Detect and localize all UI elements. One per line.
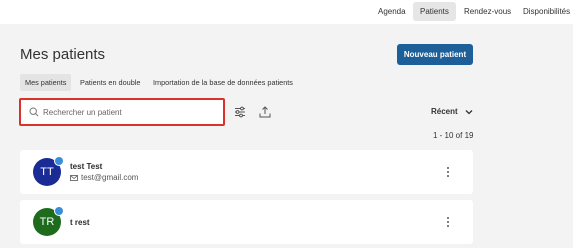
avatar-initials: TR xyxy=(39,216,55,228)
pagination-info: 1 - 10 of 19 xyxy=(433,131,474,140)
tab-patients-en-double[interactable]: Patients en double xyxy=(75,74,145,91)
mail-icon xyxy=(70,174,78,181)
patient-card[interactable]: TR t rest xyxy=(20,200,473,244)
nav-agenda[interactable]: Agenda xyxy=(371,2,413,21)
nav-rendez-vous[interactable]: Rendez-vous xyxy=(457,2,518,21)
chevron-down-icon xyxy=(465,109,473,114)
patient-card[interactable]: TT test Test test@gmail.com xyxy=(20,150,473,194)
search-input[interactable] xyxy=(43,104,218,120)
patient-email-text: test@gmail.com xyxy=(81,173,139,182)
patient-name: test Test xyxy=(70,162,103,171)
nav-patients[interactable]: Patients xyxy=(413,2,456,21)
nav-disponibilites[interactable]: Disponibilités xyxy=(516,2,573,21)
verified-badge-icon xyxy=(54,206,64,216)
sliders-icon[interactable] xyxy=(234,106,246,118)
search-icon xyxy=(29,107,39,117)
more-options-icon[interactable] xyxy=(445,166,451,178)
tab-mes-patients[interactable]: Mes patients xyxy=(20,74,72,91)
avatar-initials: TT xyxy=(40,166,54,178)
sort-label: Récent xyxy=(431,107,458,116)
verified-badge-icon xyxy=(54,156,64,166)
more-options-icon[interactable] xyxy=(445,216,451,228)
patient-email: test@gmail.com xyxy=(70,173,138,182)
patient-name: t rest xyxy=(70,218,90,227)
upload-icon[interactable] xyxy=(259,106,271,118)
sort-dropdown[interactable]: Récent xyxy=(431,107,473,116)
top-navigation: Agenda Patients Rendez-vous Disponibilit… xyxy=(0,0,573,24)
avatar: TT xyxy=(33,156,64,186)
search-field[interactable] xyxy=(19,98,225,126)
new-patient-button[interactable]: Nouveau patient xyxy=(397,44,473,65)
avatar: TR xyxy=(33,206,64,236)
page-title: Mes patients xyxy=(20,46,106,63)
tab-importation[interactable]: Importation de la base de données patien… xyxy=(148,74,298,91)
